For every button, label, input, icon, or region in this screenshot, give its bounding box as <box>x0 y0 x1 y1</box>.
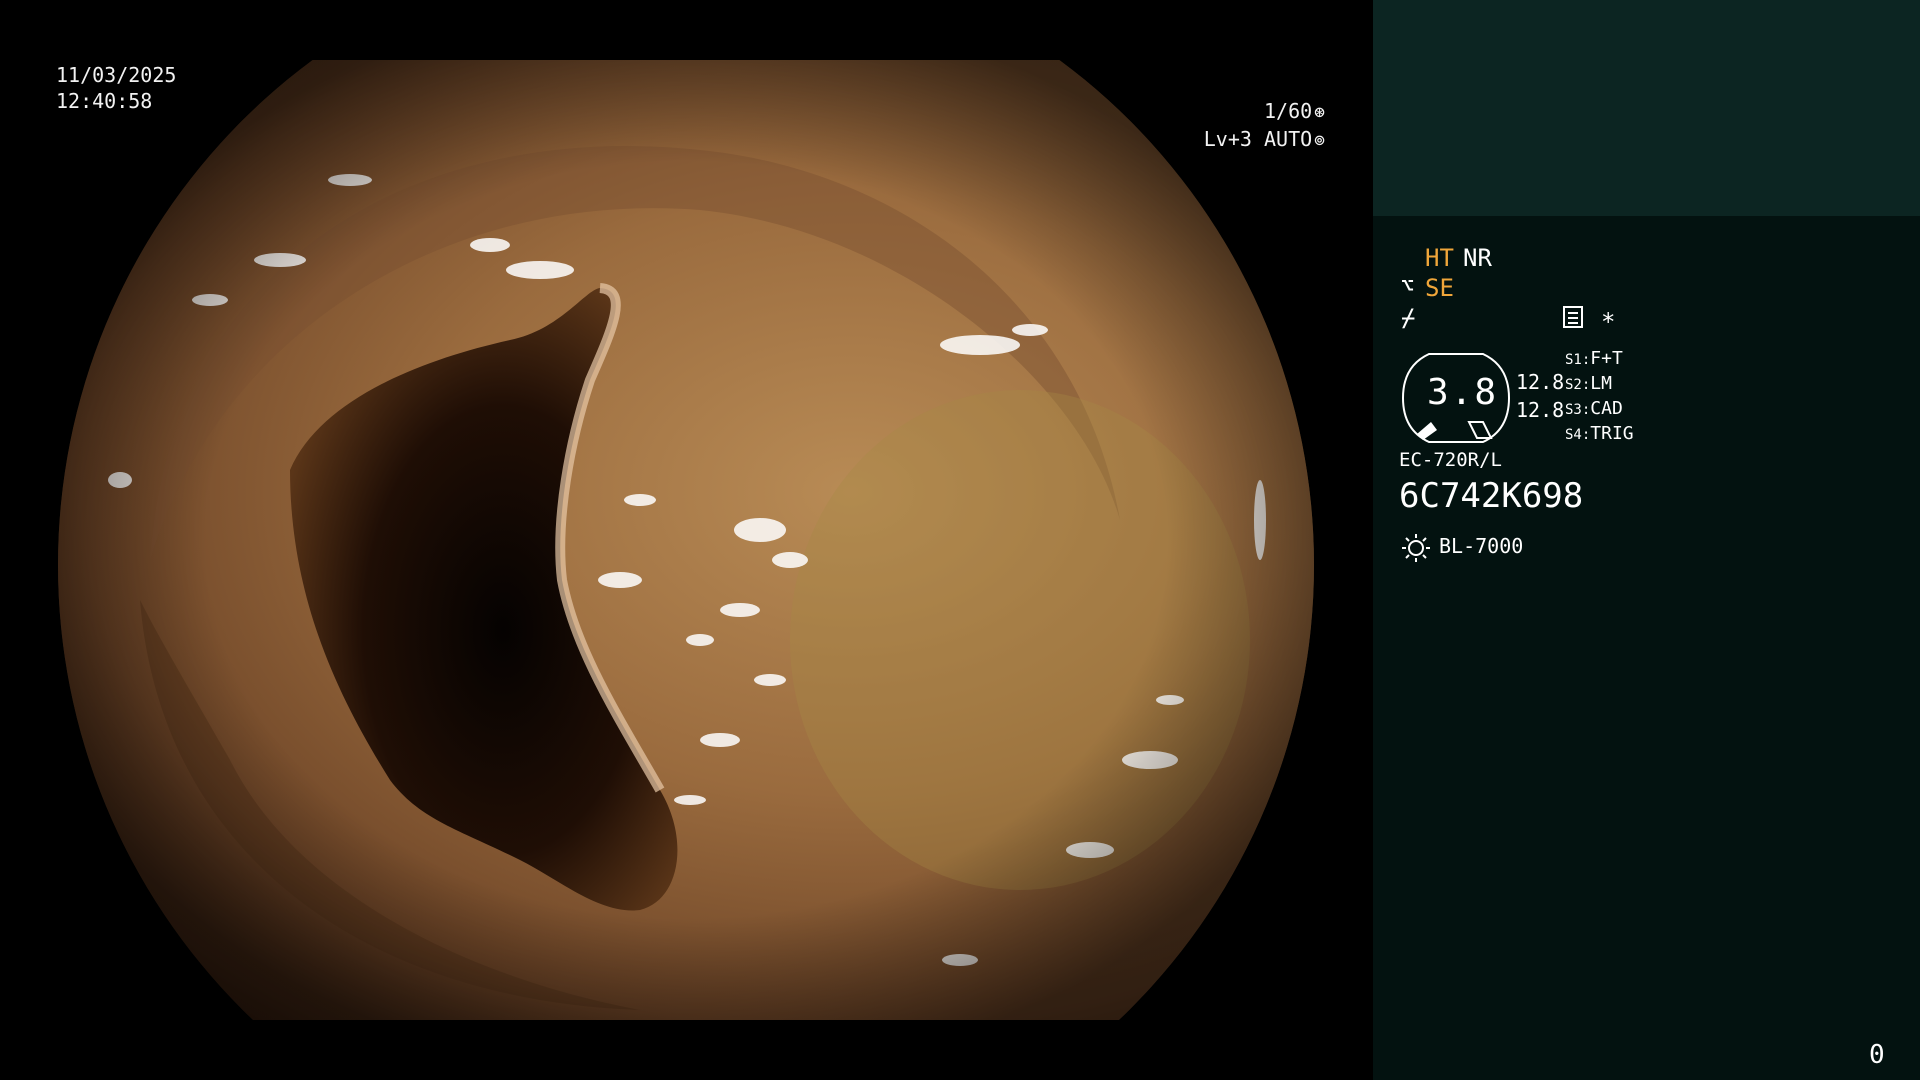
date-text: 11/03/2025 <box>56 63 177 87</box>
time-text: 12:40:58 <box>56 89 153 113</box>
date-time-overlay: 11/03/2025 12:40:58 <box>56 62 176 114</box>
endoscopic-image <box>58 0 1314 1080</box>
scope-serial: 6C742K698 <box>1399 476 1584 516</box>
se-indicator: SE <box>1425 274 1454 302</box>
ht-indicator: HT <box>1425 244 1454 272</box>
gauge-left-value: 12.8 <box>1516 370 1565 394</box>
nr-indicator: NR <box>1463 244 1492 272</box>
image-counter: 0 <box>1869 1040 1885 1070</box>
slot-s2: S2:LM <box>1565 373 1612 394</box>
light-source-model: BL-7000 <box>1439 534 1524 558</box>
panel-header <box>1373 0 1920 216</box>
flash-symbol-icon: ⌿ <box>1401 304 1416 332</box>
gauge-value: 3.8 <box>1427 372 1499 413</box>
slot-s1: S1:F+T <box>1565 348 1623 369</box>
menu-icon <box>1563 306 1583 328</box>
star-indicator: * <box>1601 308 1616 336</box>
se-symbol-icon: ⌥ <box>1401 274 1415 299</box>
slot-s3: S3:CAD <box>1565 398 1623 419</box>
iris-icon: ⊚ <box>1314 130 1325 151</box>
shutter-speed-text: 1/60 <box>1263 99 1313 123</box>
processor-status-panel: HT NR ⌥ SE ⌿ * 3.8 12.8 12.8 S1:F+T S2:L… <box>1373 0 1920 1080</box>
gauge-right-value: 12.8 <box>1516 398 1565 422</box>
exposure-overlay: 1/60 ⊛ Lv+3 AUTO ⊚ <box>1204 98 1325 154</box>
endoscope-video-area: 11/03/2025 12:40:58 1/60 ⊛ Lv+3 AUTO ⊚ <box>0 0 1373 1080</box>
sun-icon <box>1402 534 1430 562</box>
scope-model: EC-720R/L <box>1399 449 1502 471</box>
exposure-level-text: Lv+3 <box>1203 127 1252 151</box>
exposure-mode-text: AUTO <box>1263 127 1313 151</box>
slot-s4: S4:TRIG <box>1565 423 1634 444</box>
shutter-icon: ⊛ <box>1314 102 1325 123</box>
